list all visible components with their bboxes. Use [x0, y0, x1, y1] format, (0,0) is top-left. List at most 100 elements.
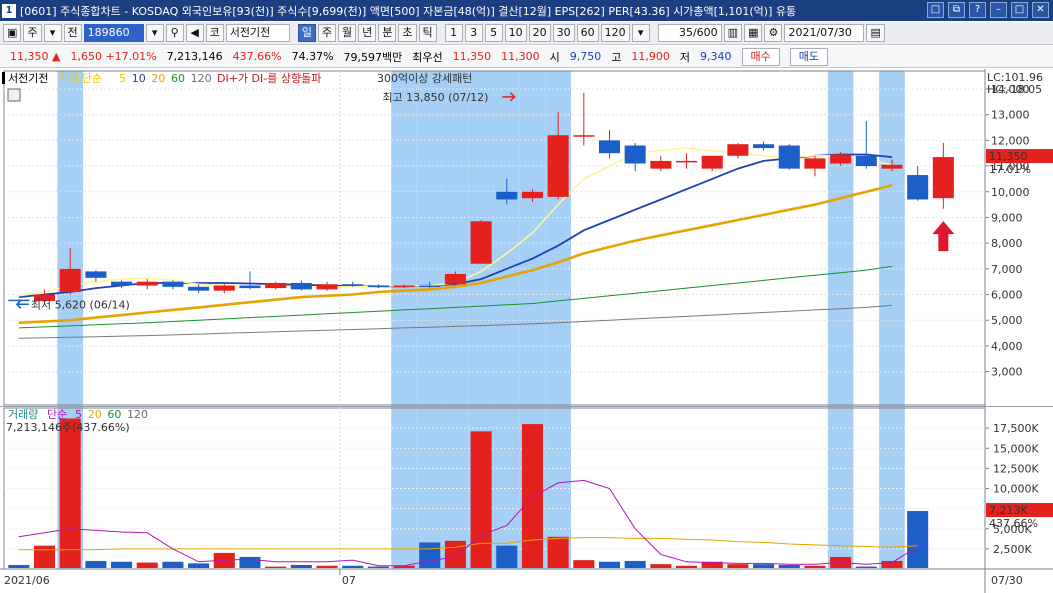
volume-bar	[598, 561, 621, 568]
sell-button[interactable]: 매도	[789, 47, 829, 66]
candle-body	[470, 221, 492, 264]
legend-item: DI+가 DI-를 상향돌파	[217, 72, 321, 85]
price-tick-label: 4,000	[991, 340, 1023, 353]
interval-20[interactable]: 20	[528, 24, 551, 42]
volume-tick-label: 10,000K	[993, 483, 1039, 496]
period-tick[interactable]: 틱	[418, 24, 437, 42]
price-tick-label: 3,000	[991, 366, 1023, 379]
help-icon[interactable]: ?	[969, 2, 986, 18]
legend-item: 120	[191, 72, 212, 85]
volume-bar	[804, 565, 826, 568]
interval-5[interactable]: 5	[484, 24, 503, 42]
volume-bar	[727, 564, 749, 568]
volume-ratio: 437.66%	[232, 50, 282, 63]
period-week[interactable]: 주	[317, 24, 337, 42]
interval-120[interactable]: 120	[600, 24, 630, 42]
legend-item: 60	[171, 72, 185, 85]
volume-legend-item: 120	[127, 408, 148, 421]
count-input[interactable]: 35/600	[657, 24, 722, 42]
indicator-icon[interactable]: ▦	[744, 24, 763, 42]
stock-code-input[interactable]: 189860	[83, 24, 144, 42]
all-market-button[interactable]: 전	[63, 24, 82, 42]
code-dropdown-icon[interactable]: ▾	[145, 24, 164, 42]
candle-body	[830, 154, 852, 164]
interval-dropdown-icon[interactable]: ▾	[631, 24, 650, 42]
volume-bar	[521, 424, 543, 568]
grid-toggle-icon	[7, 88, 21, 102]
close-icon[interactable]: ✕	[1032, 2, 1049, 18]
candle-body	[85, 271, 107, 278]
price-tick-label: 9,000	[991, 211, 1023, 224]
volume-bar	[470, 431, 492, 568]
volume-bar	[239, 556, 261, 568]
volume-tick-label: 15,000K	[993, 442, 1039, 455]
link-window-icon[interactable]: □	[927, 2, 944, 18]
period-minute[interactable]: 분	[378, 24, 397, 42]
candle-body	[753, 144, 775, 149]
gear-icon[interactable]: ⚙	[764, 24, 783, 42]
chart-settings-icon[interactable]: ▣	[3, 24, 22, 42]
interval-3[interactable]: 3	[464, 24, 483, 42]
candle-body	[290, 282, 312, 290]
interval-10[interactable]: 10	[504, 24, 527, 42]
app-icon: 1	[2, 3, 16, 18]
price-tick-label: 10,000	[991, 186, 1030, 199]
legend-item: 5	[119, 72, 126, 85]
period-second[interactable]: 초	[398, 24, 417, 42]
candle-body	[727, 144, 749, 156]
minimize-icon[interactable]: –	[990, 2, 1007, 18]
volume-bar	[111, 561, 133, 568]
period-day[interactable]: 일	[297, 24, 316, 42]
volume-bar	[547, 536, 569, 568]
volume-bar	[444, 540, 466, 568]
period-month[interactable]: 월	[338, 24, 357, 42]
interval-1[interactable]: 1	[444, 24, 463, 42]
candle-body	[496, 191, 518, 200]
legend-item: 서전기전	[8, 72, 48, 85]
period-year[interactable]: 년	[358, 24, 377, 42]
candle-body	[624, 145, 646, 164]
volume-bar	[650, 564, 672, 568]
interval-60[interactable]: 60	[576, 24, 599, 42]
candle-body	[932, 157, 954, 199]
candle-body	[162, 281, 184, 287]
candle-body	[598, 140, 621, 154]
search-icon[interactable]: ⚲	[165, 24, 184, 42]
current-price-label: 11,350	[989, 150, 1028, 163]
price-tick-label: 6,000	[991, 289, 1023, 302]
sound-icon[interactable]: ◀	[185, 24, 204, 42]
legend-item: 10	[132, 72, 146, 85]
trade-amount: 79,597백만	[343, 50, 403, 64]
quote-bar: 11,350 ▲ 1,650 +17.01% 7,213,146 437.66%…	[0, 46, 1053, 68]
candle-body	[265, 282, 287, 289]
chart-type-icon[interactable]: ▥	[723, 24, 743, 42]
candle-body	[804, 158, 826, 169]
volume-bar	[59, 418, 81, 568]
type-select[interactable]: 주	[23, 24, 42, 42]
window-controls: □ ⧉ ? – □ ✕	[927, 2, 1049, 18]
volume-bar	[881, 560, 903, 568]
stock-chart[interactable]: 14,00013,00012,00011,00010,0009,0008,000…	[0, 69, 1053, 593]
calendar-icon[interactable]: ▤	[866, 24, 885, 42]
volume-bar	[676, 565, 698, 568]
bid-price: 11,300	[501, 50, 540, 63]
type-dropdown-icon[interactable]: ▾	[43, 24, 62, 42]
turnover: 74.37%	[291, 50, 334, 63]
price-tick-label: 12,000	[991, 134, 1030, 147]
volume-bar	[496, 545, 518, 568]
candle-body	[701, 155, 723, 169]
interval-30[interactable]: 30	[552, 24, 575, 42]
candle-body	[136, 281, 158, 286]
maximize-icon[interactable]: □	[1011, 2, 1028, 18]
open-label: 시	[549, 50, 560, 64]
candle-body	[573, 135, 595, 137]
buy-button[interactable]: 매수	[741, 47, 780, 66]
date-input[interactable]: 2021/07/30	[784, 24, 865, 42]
copy-window-icon[interactable]: ⧉	[948, 2, 965, 18]
toolbar: ▣ 주 ▾ 전 189860 ▾ ⚲ ◀ 코 서전기전 일 주 월 년 분 초 …	[0, 22, 1053, 45]
high-annotation: 최고 13,850 (07/12)	[382, 91, 488, 104]
volume-bar	[33, 545, 56, 568]
candle-body	[393, 285, 415, 288]
volume-legend-item: 60	[107, 408, 121, 421]
candle-body	[444, 273, 466, 285]
